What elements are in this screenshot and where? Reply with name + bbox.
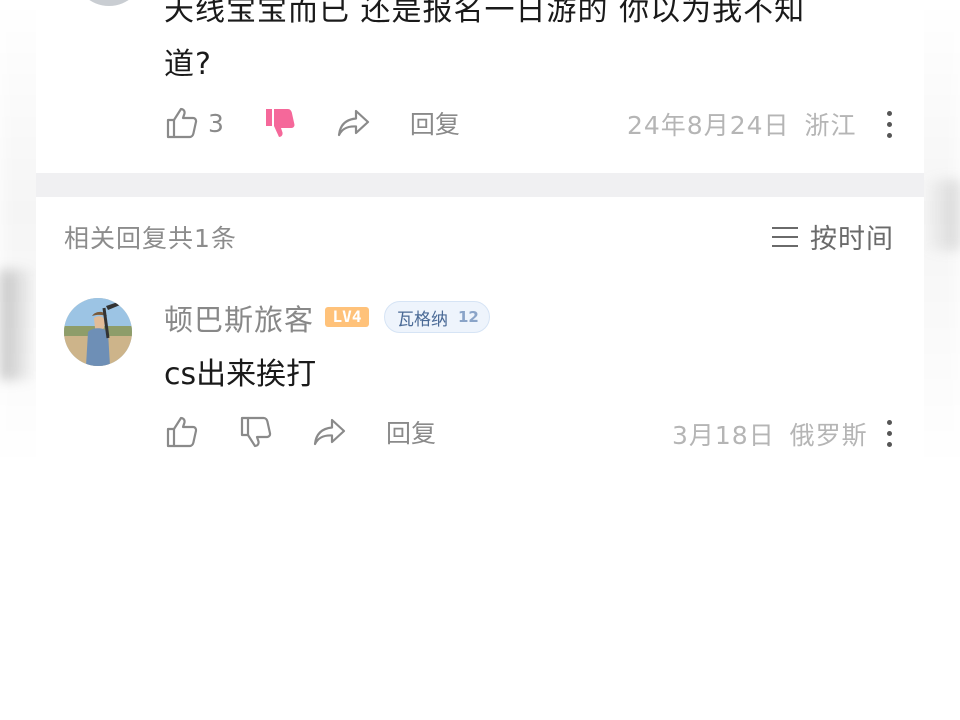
parent-reply-button[interactable]: 回复: [410, 105, 460, 141]
sort-by-time-button[interactable]: 按时间: [772, 217, 894, 256]
list-sort-icon: [772, 226, 798, 248]
parent-comment-text-line2: 道?: [164, 47, 212, 82]
thumbs-up-icon[interactable]: [164, 105, 200, 141]
level-badge: LV4: [325, 307, 369, 327]
share-icon[interactable]: [336, 105, 372, 141]
parent-date-location: 24年8月24日 浙江: [627, 106, 857, 142]
reply-date-location: 3月18日 俄罗斯: [672, 416, 868, 452]
related-replies-card: 相关回复共1条 按时间 顿巴斯旅客 LV4 瓦格纳 12 cs出来挨打 回复 3…: [36, 197, 924, 465]
reply-text: cs出来挨打: [164, 357, 317, 392]
parent-action-row: 3 回复: [164, 103, 460, 143]
thumbs-down-active-icon[interactable]: [262, 105, 298, 141]
reply-username[interactable]: 顿巴斯旅客: [164, 297, 314, 339]
fan-medal[interactable]: 瓦格纳 12: [384, 301, 490, 333]
reply-date: 3月18日: [672, 421, 775, 450]
parent-comment-text-line1: 天线宝宝而已 还是报名一日游的 你以为我不知: [164, 0, 806, 28]
related-replies-count: 相关回复共1条: [64, 224, 237, 253]
background-shadow-left: [0, 270, 36, 380]
reply-location: 俄罗斯: [789, 421, 868, 450]
reply-avatar[interactable]: [64, 298, 132, 366]
parent-avatar[interactable]: [74, 0, 144, 6]
parent-comment-card: 天线宝宝而已 还是报名一日游的 你以为我不知 道? 3 回复 24年8月24日 …: [36, 0, 924, 173]
more-options-icon[interactable]: [884, 417, 894, 451]
background-shadow-right: [924, 180, 960, 250]
more-options-icon[interactable]: [884, 108, 894, 142]
parent-location: 浙江: [804, 111, 857, 140]
medal-level: 12: [458, 308, 479, 326]
section-divider: [36, 173, 924, 197]
parent-date: 24年8月24日: [627, 111, 790, 140]
share-icon[interactable]: [312, 414, 348, 450]
reply-action-row: 回复: [164, 412, 436, 452]
medal-name: 瓦格纳: [397, 309, 448, 330]
thumbs-up-icon[interactable]: [164, 414, 200, 450]
reply-button[interactable]: 回复: [386, 414, 436, 450]
thumbs-down-icon[interactable]: [238, 414, 274, 450]
sort-label: 按时间: [810, 224, 894, 255]
like-count: 3: [208, 108, 224, 138]
